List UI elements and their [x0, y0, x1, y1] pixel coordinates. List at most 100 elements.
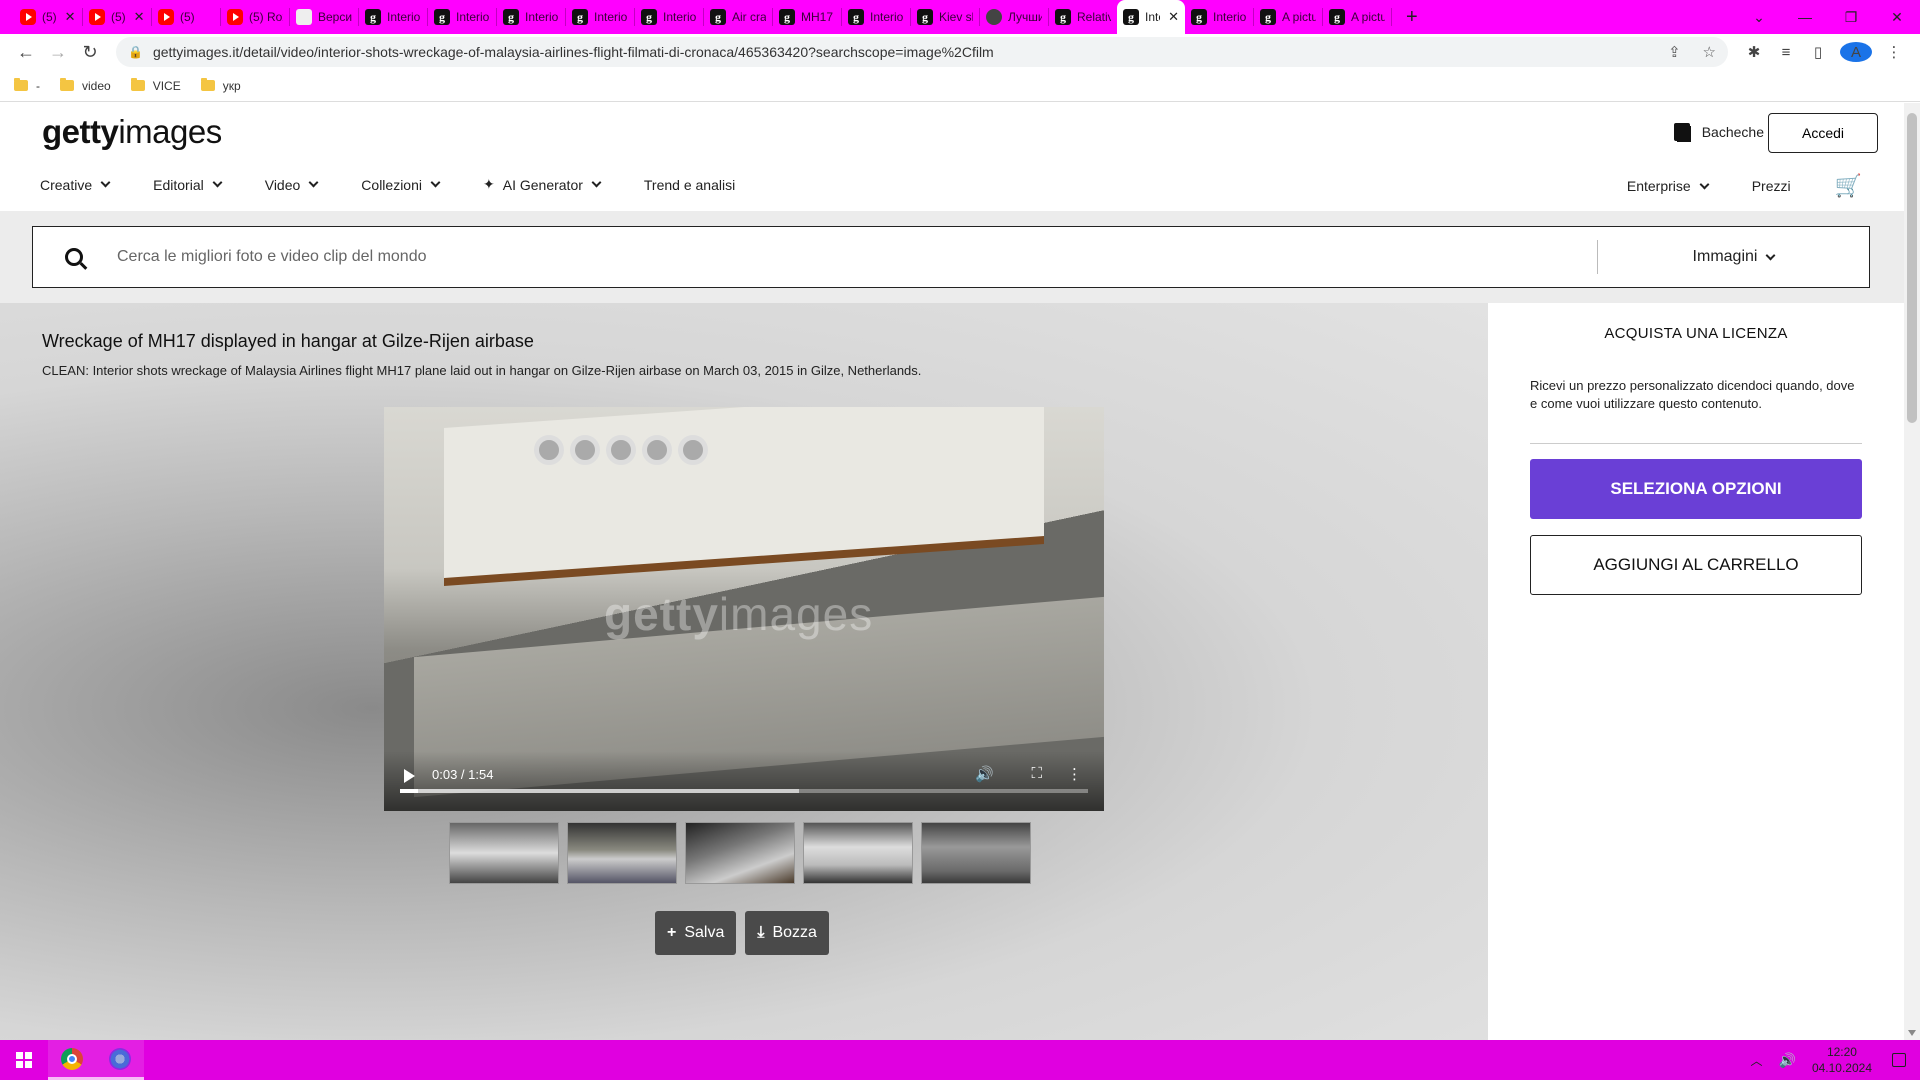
close-window-button[interactable]: ✕ [1874, 9, 1920, 26]
url-text[interactable]: gettyimages.it/detail/video/interior-sho… [153, 44, 1650, 60]
close-tab-icon[interactable]: ✕ [1168, 9, 1179, 25]
browser-tab[interactable]: g Interior [842, 0, 910, 34]
bookmark-folder-vice[interactable]: VICE [130, 78, 181, 93]
video-progress-bar[interactable] [400, 789, 1088, 793]
bookmark-star-icon[interactable]: ☆ [1703, 44, 1716, 61]
share-icon[interactable]: ⇪ [1668, 44, 1681, 61]
sparkle-icon: ✦ [483, 176, 495, 192]
minimize-button[interactable]: — [1782, 9, 1828, 25]
bookmark-folder-video[interactable]: video [60, 78, 111, 93]
youtube-icon [20, 9, 36, 25]
keyframe-thumbnail[interactable] [803, 822, 913, 884]
getty-icon: g [710, 9, 726, 25]
keyframe-thumbnail[interactable] [921, 822, 1031, 884]
license-title: ACQUISTA UNA LICENZA [1604, 325, 1788, 342]
nav-editorial[interactable]: Editorial [153, 177, 223, 193]
nav-pricing[interactable]: Prezzi [1752, 178, 1791, 194]
bookmark-folder[interactable]: - [14, 78, 40, 93]
notifications-icon[interactable] [1892, 1053, 1906, 1067]
comp-download-button[interactable]: ⤓ Bozza [745, 911, 829, 955]
select-options-button[interactable]: SELEZIONA OPZIONI [1530, 459, 1862, 519]
show-hidden-icons[interactable]: ︿ [1750, 1052, 1762, 1069]
maximize-button[interactable]: ❐ [1828, 9, 1874, 26]
search-icon[interactable] [65, 248, 83, 266]
cart-icon[interactable]: 🛒 [1835, 173, 1862, 199]
profile-avatar[interactable]: A [1840, 42, 1872, 62]
boards-link[interactable]: Bacheche [1673, 123, 1764, 142]
browser-tab[interactable]: g Interior [1185, 0, 1253, 34]
scrollbar-thumb[interactable] [1907, 113, 1917, 423]
nav-trends[interactable]: Trend e analisi [644, 177, 735, 193]
more-options-icon[interactable]: ⋮ [1067, 765, 1082, 783]
taskbar-app[interactable] [96, 1040, 144, 1080]
tab-search-icon[interactable]: ⌄ [1736, 9, 1782, 26]
browser-tab[interactable]: Версия [290, 0, 358, 34]
divider [1530, 443, 1862, 444]
youtube-icon [158, 9, 174, 25]
close-tab-icon[interactable]: ✕ [134, 9, 145, 25]
lock-icon[interactable]: 🔒 [128, 45, 143, 59]
bookmark-folder-ukr[interactable]: укр [200, 78, 241, 93]
browser-tab[interactable]: g Interior [428, 0, 496, 34]
getty-icon: g [503, 9, 519, 25]
add-to-cart-button[interactable]: AGGIUNGI AL CARRELLO [1530, 535, 1862, 595]
nav-creative[interactable]: Creative [40, 177, 111, 193]
taskbar-chrome[interactable] [48, 1040, 96, 1080]
side-panel-icon[interactable]: ▯ [1802, 43, 1834, 61]
forward-button[interactable]: → [42, 36, 74, 68]
browser-tab[interactable]: (5) ✕ [14, 0, 82, 34]
browser-tab[interactable]: (5) Roxy [221, 0, 289, 34]
browser-tab[interactable]: g Air cras [704, 0, 772, 34]
getty-icon: g [1260, 9, 1276, 25]
buffered-bar [400, 789, 800, 793]
tab-title: Inte [1145, 10, 1160, 24]
browser-tab[interactable]: g Interior [566, 0, 634, 34]
video-player[interactable]: gettyimages 0:03 / 1:54 🔊 ⛶ ⋮ [384, 407, 1104, 811]
back-button[interactable]: ← [10, 36, 42, 68]
search-type-select[interactable]: Immagini [1597, 240, 1869, 274]
close-tab-icon[interactable]: ✕ [65, 9, 76, 25]
browser-tab[interactable]: g A pictu [1323, 0, 1391, 34]
keyframe-thumbnail[interactable] [685, 822, 795, 884]
browser-tab[interactable]: g A pictu [1254, 0, 1322, 34]
nav-enterprise[interactable]: Enterprise [1627, 178, 1710, 194]
browser-tab[interactable]: g Interior [359, 0, 427, 34]
browser-tab[interactable]: (5) ✕ [83, 0, 151, 34]
gettyimages-logo[interactable]: gettyimages [42, 113, 222, 151]
tab-title: Версия [318, 10, 352, 24]
browser-menu-icon[interactable]: ⋮ [1878, 43, 1910, 61]
nav-ai-generator[interactable]: ✦ AI Generator [483, 176, 602, 193]
getty-icon: g [1123, 9, 1139, 25]
browser-tab-active[interactable]: g Inte ✕ [1117, 0, 1185, 34]
page-scrollbar[interactable] [1904, 103, 1920, 1040]
address-bar[interactable]: 🔒 gettyimages.it/detail/video/interior-s… [116, 37, 1728, 67]
keyframe-thumbnail[interactable] [449, 822, 559, 884]
play-icon[interactable] [404, 769, 415, 783]
browser-tab[interactable]: Лучши [980, 0, 1048, 34]
browser-tab[interactable]: g Interior [497, 0, 565, 34]
fullscreen-icon[interactable]: ⛶ [1031, 765, 1042, 782]
scroll-down-icon[interactable] [1908, 1030, 1916, 1036]
reload-button[interactable]: ↻ [74, 36, 106, 68]
tab-title: A pictu [1282, 10, 1316, 24]
save-button[interactable]: + Salva [655, 911, 737, 955]
volume-icon[interactable]: 🔊 [975, 765, 994, 783]
speaker-icon[interactable]: 🔊 [1779, 1052, 1796, 1069]
browser-tab[interactable]: g Kiev sh [911, 0, 979, 34]
extensions-icon[interactable]: ✱ [1738, 43, 1770, 61]
browser-tab[interactable]: g Interior [635, 0, 703, 34]
new-tab-button[interactable]: + [1392, 0, 1432, 34]
browser-tab[interactable]: g MH17 [773, 0, 841, 34]
globe-icon [986, 9, 1002, 25]
nav-video[interactable]: Video [265, 177, 319, 193]
media-controls-icon[interactable]: ≡ [1770, 44, 1802, 61]
chevron-down-icon [308, 177, 319, 188]
nav-collections[interactable]: Collezioni [361, 177, 441, 193]
login-button[interactable]: Accedi [1768, 113, 1878, 153]
search-input[interactable] [117, 248, 1597, 266]
start-button[interactable] [0, 1040, 48, 1080]
browser-tab[interactable]: g Relative [1049, 0, 1117, 34]
browser-tab[interactable]: (5) [152, 0, 220, 34]
keyframe-thumbnail[interactable] [567, 822, 677, 884]
taskbar-clock[interactable]: 12:20 04.10.2024 [1812, 1044, 1872, 1076]
